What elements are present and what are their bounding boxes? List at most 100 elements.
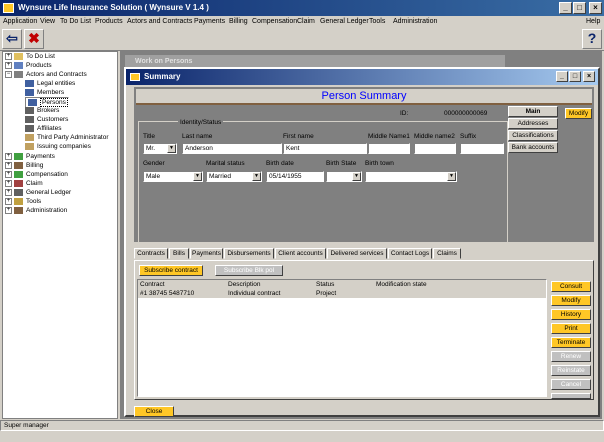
- last-name-field[interactable]: Anderson: [182, 143, 282, 154]
- lapse-button: [551, 393, 591, 399]
- menu-claim[interactable]: Claim: [297, 16, 315, 27]
- window-icon: [130, 73, 140, 81]
- tree-item-administration[interactable]: + Administration: [5, 206, 67, 215]
- summary-maximize-button[interactable]: □: [569, 71, 581, 82]
- tab-bank-accounts[interactable]: Bank accounts: [508, 142, 558, 153]
- gender-select[interactable]: Male ▼: [143, 171, 203, 182]
- tab-addresses[interactable]: Addresses: [508, 118, 558, 129]
- menu-billing[interactable]: Billing: [229, 16, 248, 27]
- tab-disbursements[interactable]: Disbursements: [224, 248, 274, 259]
- tree-item-billing[interactable]: + Billing: [5, 161, 43, 170]
- menu-view[interactable]: View: [40, 16, 55, 27]
- expand-icon: +: [5, 206, 12, 214]
- building-icon: [25, 79, 34, 87]
- cancel-icon[interactable]: ✖: [24, 29, 44, 49]
- middle-name2-field[interactable]: [414, 143, 456, 154]
- suffix-field[interactable]: [460, 143, 504, 154]
- tree-item-members[interactable]: Members: [25, 88, 64, 97]
- minimize-button[interactable]: _: [559, 2, 572, 14]
- birth-state-select[interactable]: ▼: [326, 171, 362, 182]
- tree-item-todo[interactable]: + To Do List: [5, 52, 55, 61]
- reinstate-button: Reinstate: [551, 365, 591, 376]
- maximize-button[interactable]: □: [573, 2, 586, 14]
- close-window-button[interactable]: Close: [134, 406, 174, 417]
- tree-item-affiliates[interactable]: Affiliates: [25, 124, 61, 133]
- column-contract[interactable]: Contract: [140, 281, 165, 288]
- tpa-icon: [25, 133, 34, 141]
- tab-claims[interactable]: Claims: [433, 248, 461, 259]
- tab-classifications[interactable]: Classifications: [508, 130, 558, 141]
- tree-item-claim[interactable]: + Claim: [5, 179, 43, 188]
- person-header: Person Summary: [136, 89, 592, 105]
- menu-compensation[interactable]: Compensation: [252, 16, 297, 27]
- tools-icon: [14, 197, 23, 205]
- menu-products[interactable]: Products: [95, 16, 123, 27]
- print-button[interactable]: Print: [551, 323, 591, 334]
- close-button[interactable]: ×: [589, 2, 602, 14]
- tab-delivered-services[interactable]: Delivered services: [327, 248, 387, 259]
- id-value: 000000000069: [444, 110, 488, 117]
- birth-date-field[interactable]: 05/14/1955: [266, 171, 324, 182]
- menu-administration[interactable]: Administration: [393, 16, 437, 27]
- tab-main[interactable]: Main: [508, 106, 558, 117]
- consult-button[interactable]: Consult: [551, 281, 591, 292]
- tab-payments[interactable]: Payments: [190, 248, 223, 259]
- menu-actors[interactable]: Actors and Contracts: [127, 16, 192, 27]
- admin-icon: [14, 206, 23, 214]
- payment-icon: [14, 152, 23, 160]
- person-icon: [28, 98, 37, 106]
- tree-item-payments[interactable]: + Payments: [5, 152, 55, 161]
- summary-close-button[interactable]: ×: [583, 71, 595, 82]
- tab-bills[interactable]: Bills: [169, 248, 189, 259]
- tree-item-customers[interactable]: Customers: [25, 115, 68, 124]
- tree-item-compensation[interactable]: + Compensation: [5, 170, 68, 179]
- menu-payments[interactable]: Payments: [194, 16, 225, 27]
- tree-item-products[interactable]: + Products: [5, 61, 52, 70]
- products-icon: [14, 61, 23, 69]
- tab-client-accounts[interactable]: Client accounts: [275, 248, 326, 259]
- bg-window-title: Work on Persons: [135, 58, 193, 65]
- tree-item-tpa[interactable]: Third Party Administrator: [25, 133, 109, 142]
- marital-status-select[interactable]: Married ▼: [206, 171, 262, 182]
- menu-application[interactable]: Application: [3, 16, 37, 27]
- status-text: Super manager: [4, 422, 49, 429]
- modify-button[interactable]: Modify: [565, 108, 592, 119]
- subscribe-blk-pol-button: Subscribe Blk pol: [215, 265, 283, 276]
- birth-date-label: Birth date: [266, 160, 294, 167]
- menu-todo[interactable]: To Do List: [60, 16, 91, 27]
- title-select[interactable]: Mr. ▼: [143, 143, 177, 154]
- person-panel: Person Summary ID: 000000000069 Modify M…: [134, 87, 594, 243]
- back-icon[interactable]: ⇦: [2, 29, 22, 49]
- middle-name1-field[interactable]: [368, 143, 410, 154]
- tree-item-legal-entities[interactable]: Legal entities: [25, 79, 75, 88]
- customer-icon: [25, 115, 34, 123]
- expand-icon: +: [5, 170, 12, 178]
- help-icon[interactable]: ?: [582, 29, 602, 49]
- column-modification-state[interactable]: Modification state: [376, 281, 427, 288]
- history-button[interactable]: History: [551, 309, 591, 320]
- table-header: Contract Description Status Modification…: [138, 280, 546, 289]
- summary-minimize-button[interactable]: _: [556, 71, 568, 82]
- expand-icon: +: [5, 188, 12, 196]
- tree-item-general-ledger[interactable]: + General Ledger: [5, 188, 71, 197]
- tree-item-issuing-companies[interactable]: Issuing companies: [25, 142, 91, 151]
- cancel-contract-button: Cancel: [551, 379, 591, 390]
- tree-item-brokers[interactable]: Brokers: [25, 106, 59, 115]
- terminate-button[interactable]: Terminate: [551, 337, 591, 348]
- birth-town-select[interactable]: ▼: [365, 171, 457, 182]
- tree-item-actors[interactable]: − Actors and Contracts: [5, 70, 87, 79]
- column-description[interactable]: Description: [228, 281, 261, 288]
- expand-icon: +: [5, 161, 12, 169]
- first-name-field[interactable]: Kent: [283, 143, 367, 154]
- tab-contact-logs[interactable]: Contact Logs: [388, 248, 432, 259]
- table-row[interactable]: #1 38745 5487710 Individual contract Pro…: [138, 289, 546, 298]
- tab-contracts[interactable]: Contracts: [134, 248, 168, 259]
- tree-item-tools[interactable]: + Tools: [5, 197, 41, 206]
- menu-help[interactable]: Help: [586, 16, 600, 27]
- menu-tools[interactable]: Tools: [369, 16, 385, 27]
- billing-icon: [14, 161, 23, 169]
- column-status[interactable]: Status: [316, 281, 334, 288]
- subscribe-contract-button[interactable]: Subscribe contract: [139, 265, 203, 276]
- modify-contract-button[interactable]: Modify: [551, 295, 591, 306]
- menu-general-ledger[interactable]: General Ledger: [320, 16, 369, 27]
